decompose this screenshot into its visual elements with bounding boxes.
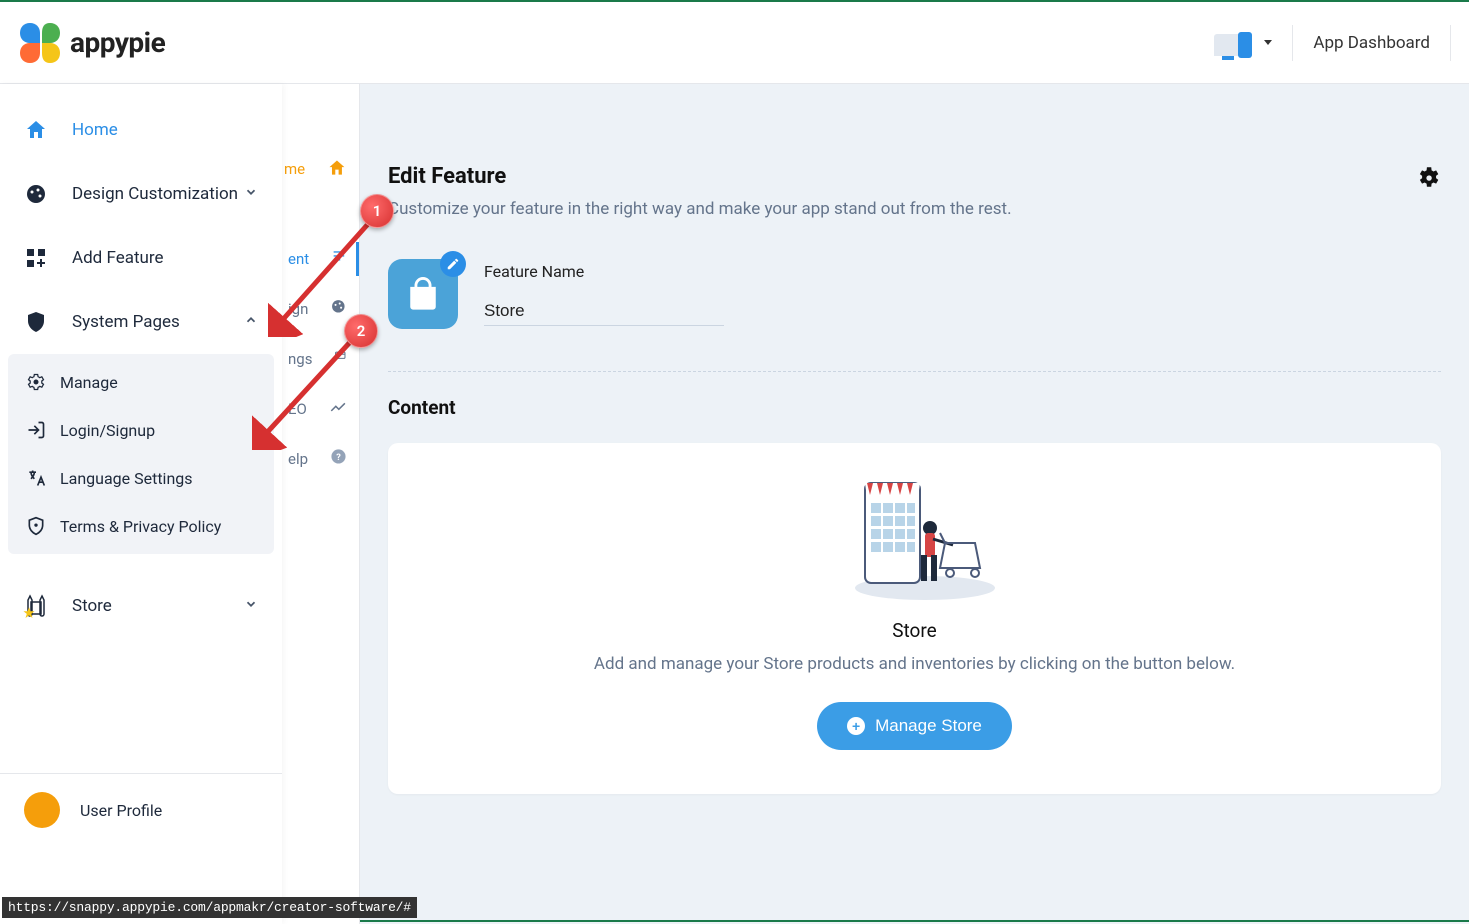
tab-label: ign [288,300,308,318]
card-icon [334,348,347,370]
shield-icon [24,310,48,334]
tab-label: ngs [288,350,312,368]
plus-icon: + [847,717,865,735]
list-icon [331,248,347,270]
chevron-up-icon [244,312,258,332]
tab-label: elp [288,450,308,468]
sidebar-label: Terms & Privacy Policy [60,517,221,536]
manage-store-button[interactable]: + Manage Store [817,702,1012,750]
store-illustration [825,473,1005,603]
edit-tile-button[interactable] [440,251,466,277]
top-bar: appypie App Dashboard [0,2,1469,84]
system-pages-submenu: Manage Login/Signup Language Settings Te… [8,354,274,554]
grid-plus-icon [24,246,48,270]
app-dashboard-link[interactable]: App Dashboard [1313,33,1430,53]
page-title: Edit Feature [388,164,1012,189]
translate-icon [26,468,46,488]
page-subtitle: Customize your feature in the right way … [388,199,1012,219]
feature-name-label: Feature Name [484,262,724,281]
gear-icon [26,372,46,392]
tab-label: ent [288,250,309,268]
palette-icon [24,182,48,206]
chevron-down-icon [244,596,258,616]
feature-tile [388,259,458,329]
status-bar-url: https://snappy.appypie.com/appmakr/creat… [2,897,417,918]
sidebar-label: User Profile [80,801,162,820]
sidebar-label: Store [72,596,112,616]
card-description: Add and manage your Store products and i… [428,654,1401,674]
sidebar-item-system-pages[interactable]: System Pages [0,290,282,354]
content-heading: Content [388,396,1441,419]
sidebar-label: Home [72,120,118,140]
card-title: Store [428,619,1401,642]
brand-logo[interactable]: appypie [18,21,165,65]
chevron-down-icon [1264,40,1272,45]
home-icon [327,158,347,180]
home-icon [24,118,48,142]
chevron-down-icon [244,184,258,204]
main-sidebar: Home Design Customization Add Feature Sy… [0,84,282,924]
phone-icon [1238,32,1252,58]
sidebar-label: Manage [60,373,118,392]
main-content: Edit Feature Customize your feature in t… [360,84,1469,920]
sidebar-label: Language Settings [60,469,193,488]
tab-label: EO [288,400,307,418]
trend-icon [329,398,347,420]
sidebar-subitem-manage[interactable]: Manage [8,358,274,406]
sidebar-subitem-language[interactable]: Language Settings [8,454,274,502]
avatar [24,792,60,828]
separator [1450,25,1451,61]
bag-icon [406,277,440,311]
brand-name: appypie [70,26,165,59]
sidebar-label: Add Feature [72,248,164,268]
sidebar-item-design[interactable]: Design Customization [0,162,282,226]
feature-name-input[interactable] [484,297,724,326]
sidebar-item-add-feature[interactable]: Add Feature [0,226,282,290]
logo-icon [18,21,62,65]
separator [1292,25,1293,61]
help-icon: ? [330,448,347,470]
device-selector[interactable] [1214,30,1272,56]
sidebar-footer: User Profile [0,773,282,846]
sidebar-item-store[interactable]: Store [0,574,282,638]
privacy-icon [26,516,46,536]
button-label: Manage Store [875,716,982,736]
sidebar-label: Design Customization [72,184,238,204]
sidebar-label: System Pages [72,312,180,332]
sidebar-item-user-profile[interactable]: User Profile [0,774,282,846]
sidebar-label: Login/Signup [60,421,155,440]
settings-button[interactable] [1415,164,1441,190]
store-icon [24,594,48,618]
palette-icon [330,298,347,320]
pencil-icon [446,257,460,271]
svg-text:?: ? [336,452,341,463]
content-card: Store Add and manage your Store products… [388,443,1441,794]
sidebar-subitem-login-signup[interactable]: Login/Signup [8,406,274,454]
login-icon [26,420,46,440]
sidebar-subitem-terms[interactable]: Terms & Privacy Policy [8,502,274,550]
divider [388,371,1441,372]
sidebar-item-home[interactable]: Home [0,98,282,162]
tab-label: me [284,160,305,178]
